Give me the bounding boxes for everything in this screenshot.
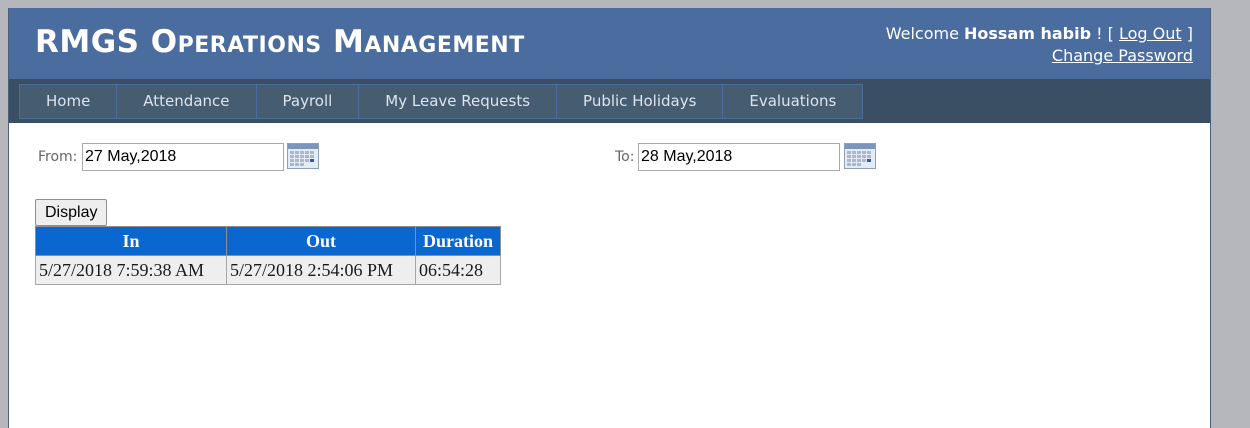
welcome-line: Welcome Hossam habib ! [ Log Out ] (886, 23, 1193, 45)
column-header-in: In (35, 226, 227, 256)
cell-out: 5/27/2018 2:54:06 PM (226, 255, 416, 285)
calendar-icon[interactable] (844, 143, 876, 169)
table-row: 5/27/2018 7:59:38 AM 5/27/2018 2:54:06 P… (35, 255, 501, 285)
welcome-separator-close: ] (1186, 24, 1193, 43)
nav-bar: Home Attendance Payroll My Leave Request… (9, 79, 1210, 123)
display-button[interactable]: Display (35, 199, 108, 226)
menu-item-attendance[interactable]: Attendance (117, 84, 257, 119)
main-menu: Home Attendance Payroll My Leave Request… (19, 84, 864, 119)
menu-item-evaluations[interactable]: Evaluations (723, 84, 864, 119)
to-date-input[interactable] (638, 143, 840, 171)
cell-duration: 06:54:28 (415, 255, 501, 285)
from-label: From: (38, 149, 78, 165)
table-header-row: In Out Duration (35, 226, 501, 256)
login-display: Welcome Hossam habib ! [ Log Out ] Chang… (886, 23, 1193, 67)
welcome-text: Welcome (885, 24, 959, 43)
from-date-input[interactable] (82, 143, 284, 171)
logout-link[interactable]: Log Out (1119, 24, 1182, 43)
menu-item-public-holidays[interactable]: Public Holidays (557, 84, 724, 119)
app-title: RMGS Operations Management (35, 24, 525, 60)
change-password-link[interactable]: Change Password (1052, 46, 1193, 65)
calendar-icon[interactable] (287, 143, 319, 169)
menu-item-home[interactable]: Home (20, 84, 118, 119)
to-label: To: (615, 149, 635, 165)
header: RMGS Operations Management Welcome Hossa… (9, 8, 1210, 79)
column-header-out: Out (226, 226, 416, 256)
column-header-duration: Duration (415, 226, 501, 256)
menu-item-my-leave-requests[interactable]: My Leave Requests (359, 84, 558, 119)
page-container: RMGS Operations Management Welcome Hossa… (8, 8, 1211, 428)
attendance-table: In Out Duration 5/27/2018 7:59:38 AM 5/2… (35, 226, 501, 285)
user-name: Hossam habib (964, 24, 1092, 43)
menu-item-payroll[interactable]: Payroll (256, 84, 360, 119)
cell-in: 5/27/2018 7:59:38 AM (35, 255, 227, 285)
welcome-separator: ! [ (1096, 24, 1114, 43)
